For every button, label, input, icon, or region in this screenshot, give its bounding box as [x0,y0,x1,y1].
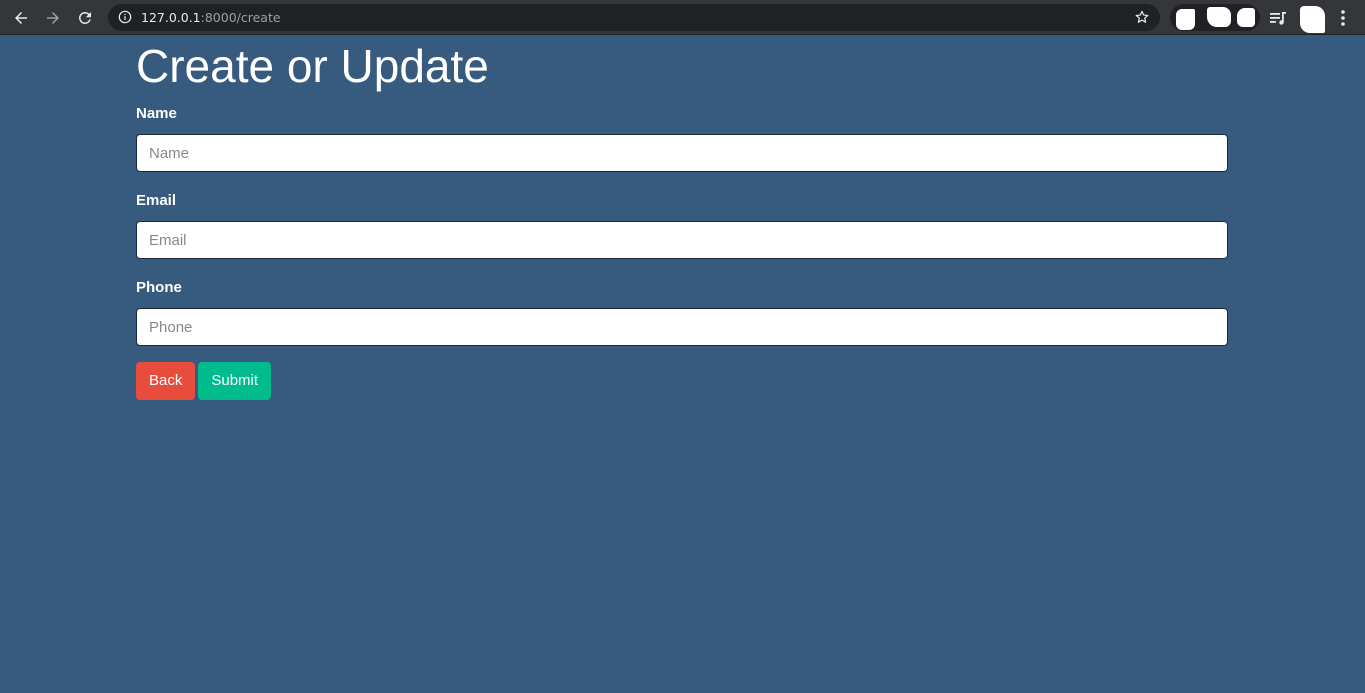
extension-icon[interactable] [1176,9,1195,30]
extension-icon[interactable] [1207,7,1231,27]
avatar[interactable] [1300,6,1325,33]
reload-icon[interactable] [73,6,97,30]
form-container: Create or Update Name Email Phone Back S… [136,40,1228,400]
forward-arrow-icon[interactable] [41,6,65,30]
url-host: 127.0.0.1 [141,10,201,25]
kebab-menu-icon[interactable] [1335,8,1351,28]
email-input[interactable] [136,221,1228,259]
form-actions: Back Submit [136,362,1228,400]
email-label: Email [136,192,177,209]
url-text: 127.0.0.1:8000/create [141,10,281,25]
phone-group: Phone [136,279,1228,346]
media-control-icon[interactable] [1268,8,1288,28]
name-input[interactable] [136,134,1228,172]
back-button[interactable]: Back [136,362,196,400]
browser-toolbar: 127.0.0.1:8000/create [0,0,1365,35]
name-label: Name [136,105,177,122]
phone-input[interactable] [136,308,1228,346]
extension-icon[interactable] [1237,8,1255,27]
star-icon[interactable] [1134,9,1150,25]
email-group: Email [136,192,1228,259]
submit-button[interactable]: Submit [198,362,272,400]
address-bar[interactable]: 127.0.0.1:8000/create [108,4,1160,31]
url-path: :8000/create [200,10,281,25]
name-group: Name [136,105,1228,172]
phone-label: Phone [136,279,182,296]
info-icon[interactable] [118,10,132,24]
back-arrow-icon[interactable] [9,6,33,30]
page-title: Create or Update [136,40,489,92]
